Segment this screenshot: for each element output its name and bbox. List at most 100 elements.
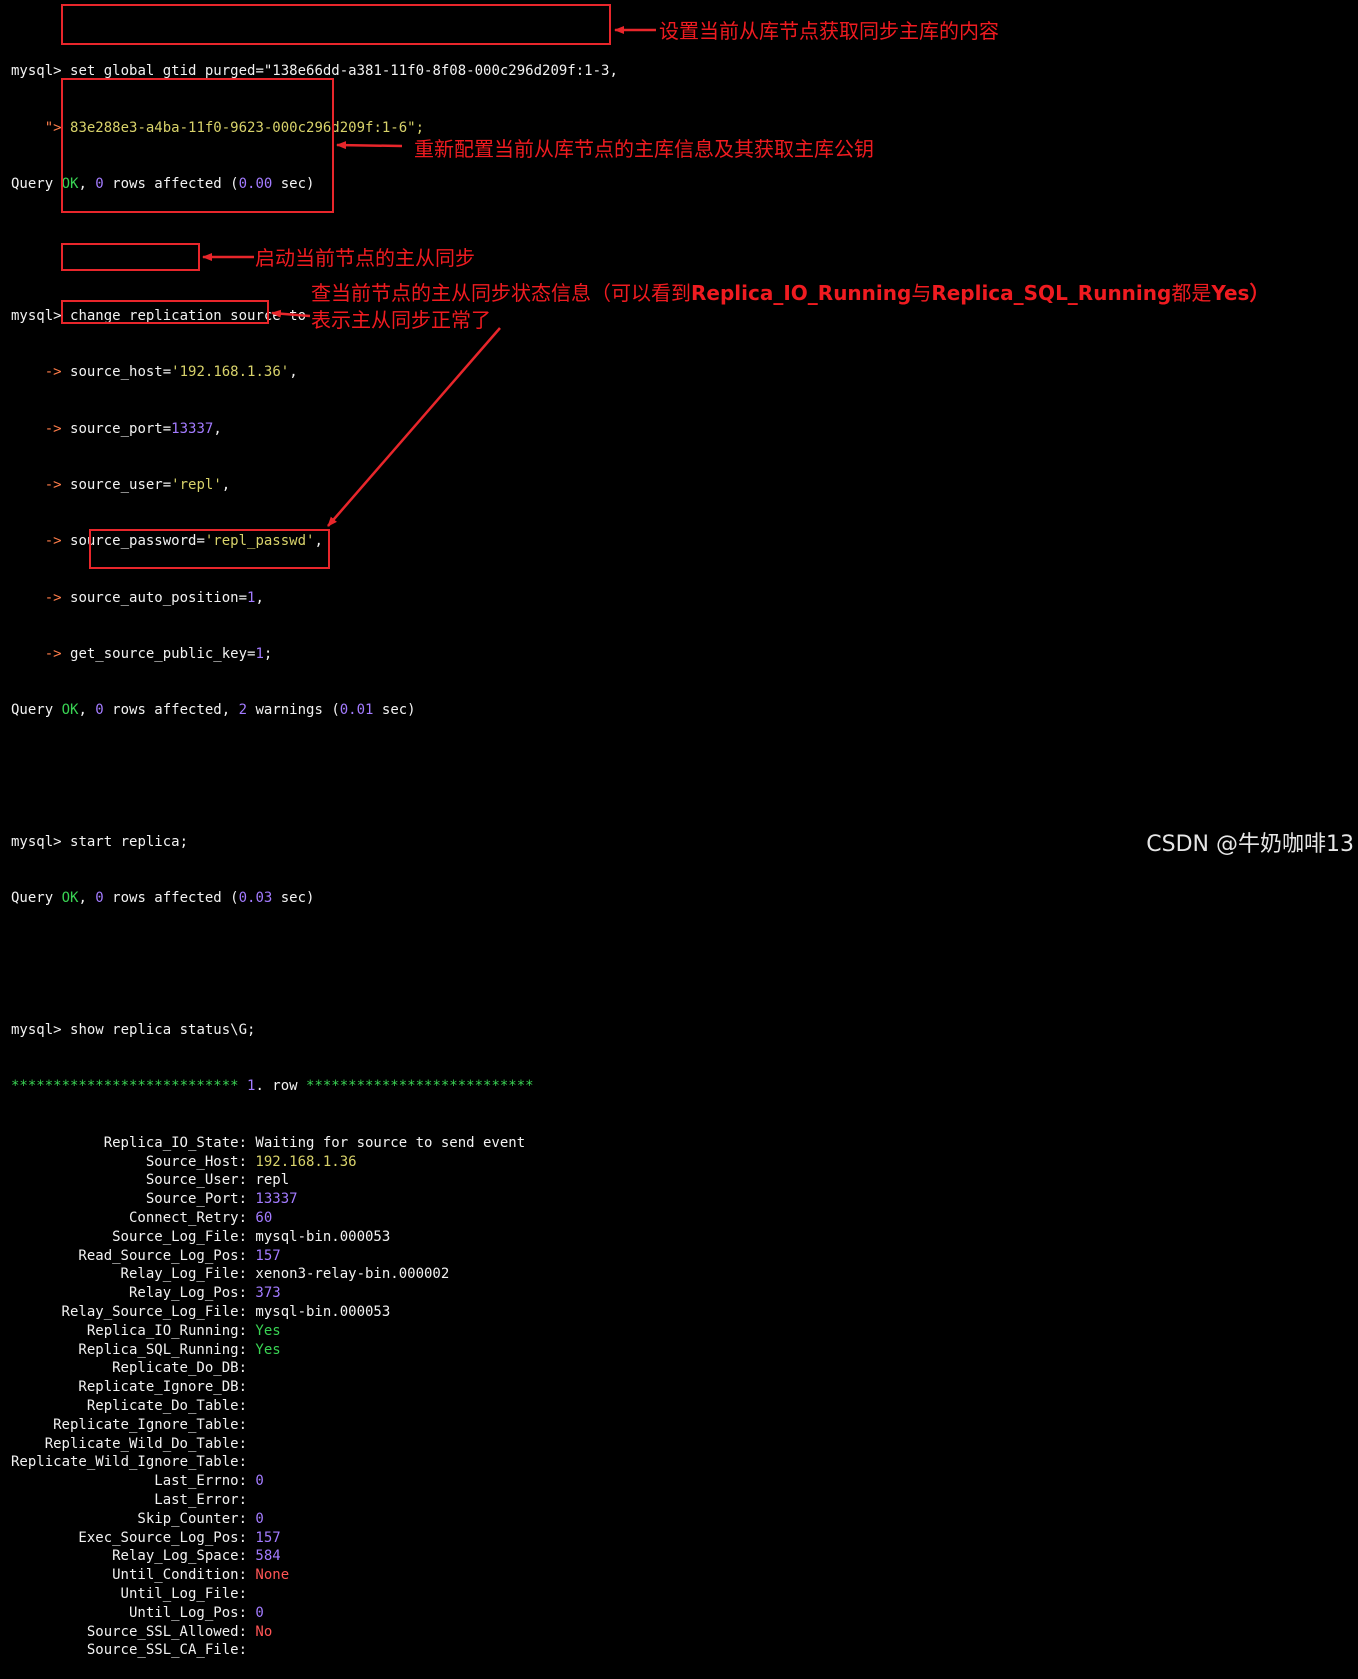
annotation-keyword: Yes [1211,281,1250,305]
key-separator: : [238,1360,256,1377]
key-separator: : [238,1548,256,1565]
key-separator: : [238,1228,256,1245]
key-separator: : [238,1416,256,1433]
status-row: Relay_Log_Space: 584 [11,1547,618,1566]
status-value: repl [255,1172,290,1189]
key-separator: : [238,1529,256,1546]
status-row: Replica_IO_Running: Yes [11,1322,618,1341]
status-key: Replicate_Do_Table [86,1397,239,1414]
status-row: Replicate_Wild_Do_Table: [11,1435,618,1454]
result-text: Query [11,890,62,907]
status-value: 0 [255,1604,264,1621]
status-row: Until_Log_Pos: 0 [11,1604,618,1623]
key-separator: : [238,1435,256,1452]
arrow-5 [327,327,501,527]
status-key: Read_Source_Log_Pos [78,1247,239,1264]
arrow-4 [271,309,311,318]
status-row: Until_Condition: None [11,1566,618,1585]
row-number: 1 [238,1078,256,1095]
status-key: Source_Log_File [112,1228,239,1245]
key-separator: : [238,1266,256,1283]
status-key: Source_Host [145,1153,239,1170]
key-separator: : [238,1210,256,1226]
status-value: xenon3-relay-bin.000002 [255,1266,450,1283]
status-key: Until_Condition [112,1567,239,1584]
status-key: Skip_Counter [137,1510,239,1527]
key-separator: : [238,1341,256,1358]
status-key: Replicate_Ignore_DB [78,1379,239,1396]
row-count: 0 [95,890,104,907]
key-separator: : [238,1604,256,1621]
status-row: Replicate_Ignore_DB: [11,1378,618,1397]
status-key: Last_Error [154,1491,239,1508]
status-key: Source_Port [145,1191,239,1208]
status-value: 13337 [255,1191,298,1208]
key-separator: : [238,1397,256,1414]
result-text: sec) [272,890,315,907]
status-value: Waiting for source to send event [255,1134,526,1151]
annotation-change-source: 重新配置当前从库节点的主库信息及其获取主库公钥 [414,137,874,161]
key-separator: : [238,1322,256,1339]
annotation-text: 查当前节点的主从同步状态信息（可以看到 [311,281,691,305]
key-separator: : [238,1379,256,1396]
status-row: Skip_Counter: 0 [11,1510,618,1529]
annotation-show-status: 查当前节点的主从同步状态信息（可以看到Replica_IO_Running与Re… [311,281,1269,305]
status-row: Replica_SQL_Running: Yes [11,1341,618,1360]
status-key: Replicate_Ignore_Table [53,1416,239,1433]
annotation-keyword: Replica_IO_Running [691,281,912,305]
key-separator: : [238,1172,256,1189]
key-separator: : [238,1623,256,1640]
exec-time: 0.03 [238,890,273,907]
status-value: 157 [255,1529,281,1546]
key-separator: : [238,1247,256,1264]
command-line: mysql> show replica status\G; [11,1021,618,1040]
status-key: Until_Log_File [120,1585,239,1602]
status-value: 373 [255,1285,281,1302]
annotation-keyword: Replica_SQL_Running [931,281,1172,305]
status-value: 584 [255,1548,281,1565]
status-row: Replicate_Ignore_Table: [11,1416,618,1435]
annotation-start-replica: 启动当前节点的主从同步 [255,246,475,270]
status-value: 157 [255,1247,281,1264]
status-row: Replica_IO_State: Waiting for source to … [11,1134,618,1153]
arrow-2 [336,141,403,150]
status-key: Source_SSL_Allowed [86,1623,239,1640]
status-row: Replicate_Wild_Ignore_Table: [11,1453,618,1472]
result-text: , [78,890,96,907]
key-separator: : [238,1491,256,1508]
status-value: Yes [255,1341,281,1358]
annotation-text: 都是 [1171,281,1212,305]
mysql-prompt: mysql> [11,1022,62,1039]
status-value: mysql-bin.000053 [255,1303,391,1320]
status-key: Until_Log_Pos [128,1604,239,1621]
status-value: Yes [255,1322,281,1339]
key-separator: : [238,1134,256,1151]
status-row: Exec_Source_Log_Pos: 157 [11,1529,618,1548]
status-value: No [255,1623,273,1640]
status-row: Until_Log_File: [11,1585,618,1604]
status-row: Source_Log_File: mysql-bin.000053 [11,1228,618,1247]
status-row: Relay_Log_Pos: 373 [11,1284,618,1303]
status-key: Connect_Retry [128,1210,239,1226]
status-key: Relay_Log_File [120,1266,239,1283]
status-row: Source_Host: 192.168.1.36 [11,1153,618,1172]
status-row: Source_User: repl [11,1171,618,1190]
status-value: 0 [255,1473,264,1490]
replica-status-list: Replica_IO_State: Waiting for source to … [11,1134,618,1660]
status-row: Read_Source_Log_Pos: 157 [11,1247,618,1266]
ok-status: OK [61,890,79,907]
status-key: Relay_Log_Pos [128,1285,239,1302]
status-value: 192.168.1.36 [255,1153,357,1170]
key-separator: : [238,1191,256,1208]
result-text: rows affected ( [103,890,239,907]
watermark: CSDN @牛奶咖啡13 [1146,832,1354,857]
key-separator: : [238,1153,256,1170]
status-key: Source_User [145,1172,239,1189]
status-key: Relay_Source_Log_File [61,1303,239,1320]
key-separator: : [238,1642,256,1659]
status-key: Replicate_Wild_Do_Table [44,1435,239,1452]
status-key: Replicate_Do_DB [112,1360,239,1377]
command-text: show replica status\G; [70,1022,256,1039]
row-separator: *************************** [11,1078,239,1095]
